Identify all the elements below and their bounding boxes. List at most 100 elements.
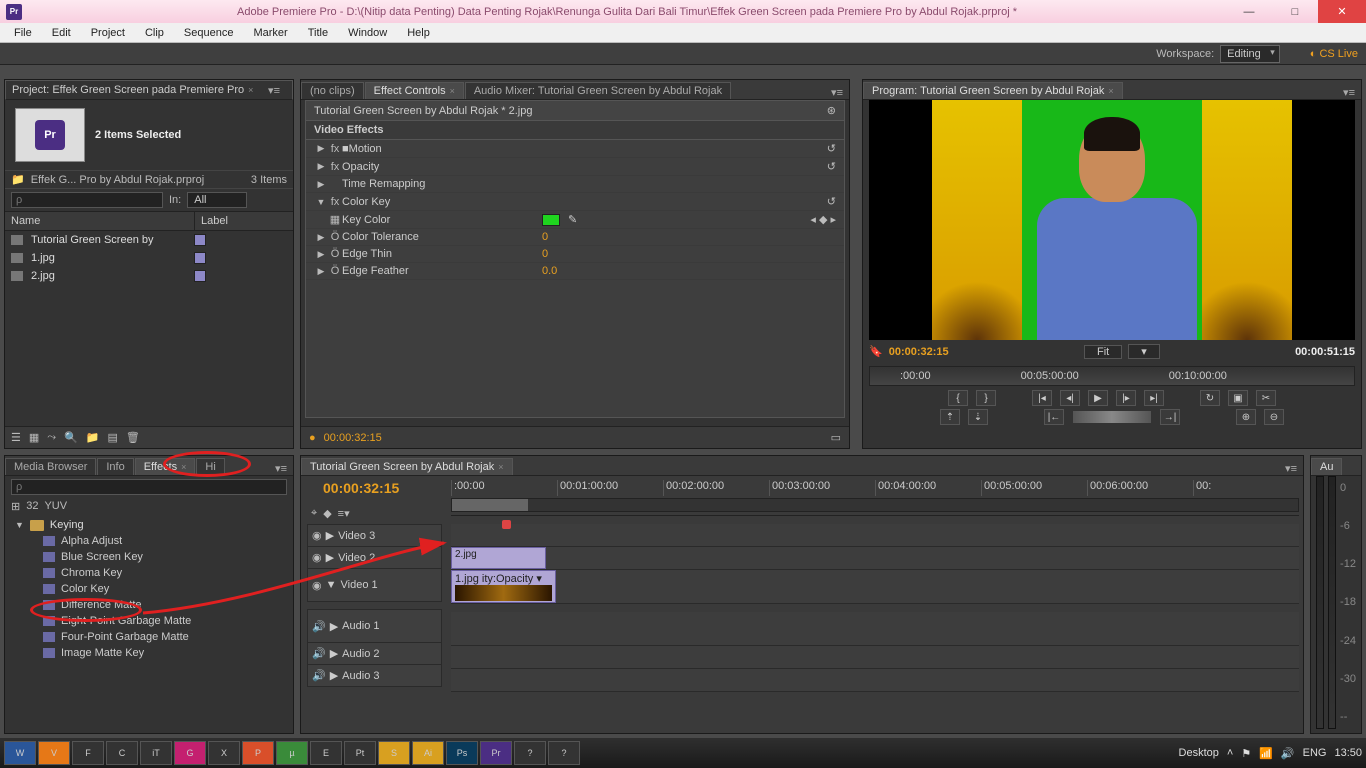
- menu-window[interactable]: Window: [338, 25, 397, 41]
- fx-accel-icon[interactable]: ⊞: [11, 500, 20, 513]
- track-video1[interactable]: ◉▼Video 1: [307, 568, 442, 602]
- panel-menu-icon[interactable]: ▾≡: [1337, 86, 1361, 99]
- out-point-button[interactable]: }: [976, 390, 996, 406]
- tab-history[interactable]: Hi: [196, 458, 224, 475]
- fx-yuv-icon[interactable]: YUV: [44, 500, 67, 513]
- taskbar-utorrent[interactable]: µ: [276, 741, 308, 765]
- effect-image-matte[interactable]: Image Matte Key: [5, 645, 293, 661]
- next-edit-button[interactable]: →|: [1160, 409, 1180, 425]
- track-audio2[interactable]: 🔊▶Audio 2: [307, 642, 442, 665]
- fx-time-remapping[interactable]: ▶Time Remapping: [306, 176, 844, 193]
- project-item-2jpg[interactable]: 2.jpg: [5, 267, 293, 285]
- tab-no-clips[interactable]: (no clips): [301, 82, 364, 99]
- play-button[interactable]: ▶: [1088, 390, 1108, 406]
- zoom-fit[interactable]: Fit: [1084, 345, 1122, 359]
- clip-2jpg[interactable]: 2.jpg: [451, 547, 546, 569]
- tab-audio-mixer[interactable]: Audio Mixer: Tutorial Green Screen by Ab…: [465, 82, 731, 99]
- taskbar-app6[interactable]: ?: [548, 741, 580, 765]
- cslive-button[interactable]: ◐ CS Live: [1310, 48, 1358, 60]
- effect-alpha-adjust[interactable]: Alpha Adjust: [5, 533, 293, 549]
- program-view[interactable]: [869, 100, 1355, 340]
- zoom-dropdown[interactable]: ▾: [1128, 344, 1160, 359]
- project-item-1jpg[interactable]: 1.jpg: [5, 249, 293, 267]
- param-edge-thin[interactable]: ▶ÖEdge Thin0: [306, 246, 844, 263]
- ec-scroll-icon[interactable]: ▭: [831, 431, 841, 444]
- loop-button[interactable]: ↻: [1200, 390, 1220, 406]
- taskbar-word[interactable]: W: [4, 741, 36, 765]
- workspace-selector[interactable]: Editing: [1220, 45, 1280, 63]
- taskbar-app[interactable]: G: [174, 741, 206, 765]
- panel-menu-icon[interactable]: ▾≡: [1279, 462, 1303, 475]
- find-icon[interactable]: 🔍: [64, 431, 78, 444]
- timeline-navigator[interactable]: [451, 498, 1299, 512]
- track-audio3[interactable]: 🔊▶Audio 3: [307, 664, 442, 687]
- tab-info[interactable]: Info: [97, 458, 133, 475]
- taskbar-explorer[interactable]: E: [310, 741, 342, 765]
- taskbar-photoshop[interactable]: Ps: [446, 741, 478, 765]
- eyedropper-icon[interactable]: ✎: [568, 213, 577, 226]
- minimize-button[interactable]: —: [1226, 0, 1272, 23]
- track-video2[interactable]: ◉▶Video 2: [307, 546, 442, 569]
- taskbar-itunes[interactable]: iT: [140, 741, 172, 765]
- tray-lang[interactable]: ENG: [1303, 747, 1327, 759]
- taskbar-paint[interactable]: Pt: [344, 741, 376, 765]
- in-selector[interactable]: All: [187, 192, 247, 208]
- gear-icon[interactable]: ⊛: [827, 104, 836, 117]
- maximize-button[interactable]: □: [1272, 0, 1318, 23]
- extract-button[interactable]: ⇣: [968, 409, 988, 425]
- in-point-button[interactable]: {: [948, 390, 968, 406]
- effects-search[interactable]: [11, 479, 287, 495]
- taskbar-vlc[interactable]: V: [38, 741, 70, 765]
- effect-color-key[interactable]: Color Key: [5, 581, 293, 597]
- step-back-button[interactable]: ◂|: [1060, 390, 1080, 406]
- param-color-tolerance[interactable]: ▶ÖColor Tolerance0: [306, 229, 844, 246]
- icon-view-icon[interactable]: ▦: [29, 431, 39, 444]
- param-key-color[interactable]: ▦Key Color✎◂ ◆ ▸: [306, 211, 844, 229]
- fx-32-icon[interactable]: 32: [26, 500, 38, 513]
- panel-menu-icon[interactable]: ▾≡: [825, 86, 849, 99]
- meters-tab[interactable]: Au: [1311, 458, 1342, 475]
- show-desktop[interactable]: Desktop: [1179, 747, 1219, 759]
- tab-effects[interactable]: Effects×: [135, 458, 196, 475]
- go-out-button[interactable]: ▸|: [1144, 390, 1164, 406]
- taskbar-firefox[interactable]: F: [72, 741, 104, 765]
- track-opts-icon[interactable]: ≡▾: [338, 507, 350, 520]
- ec-timecode[interactable]: 00:00:32:15: [324, 432, 382, 444]
- go-in-button[interactable]: |◂: [1032, 390, 1052, 406]
- menu-sequence[interactable]: Sequence: [174, 25, 244, 41]
- tab-media-browser[interactable]: Media Browser: [5, 458, 96, 475]
- prev-edit-button[interactable]: |←: [1044, 409, 1064, 425]
- fx-opacity[interactable]: ▶fxOpacity↺: [306, 158, 844, 176]
- timeline-ruler[interactable]: :00:00 00:01:00:00 00:02:00:00 00:03:00:…: [451, 480, 1299, 516]
- effect-blue-screen-key[interactable]: Blue Screen Key: [5, 549, 293, 565]
- project-list-header[interactable]: NameLabel: [5, 211, 293, 231]
- marker-icon[interactable]: 🔖: [869, 345, 883, 358]
- taskbar-chrome[interactable]: C: [106, 741, 138, 765]
- insert-button[interactable]: ⊕: [1236, 409, 1256, 425]
- tray-volume-icon[interactable]: 🔊: [1281, 747, 1295, 760]
- close-button[interactable]: ✕: [1318, 0, 1366, 23]
- menu-project[interactable]: Project: [81, 25, 135, 41]
- taskbar-app4[interactable]: S: [378, 741, 410, 765]
- fx-motion[interactable]: ▶fx■Motion↺: [306, 140, 844, 158]
- tray-up-icon[interactable]: ˄: [1227, 747, 1233, 759]
- tray-network-icon[interactable]: 📶: [1259, 747, 1273, 760]
- marker-icon[interactable]: ◆: [323, 507, 331, 520]
- overwrite-button[interactable]: ⊖: [1264, 409, 1284, 425]
- program-timecode[interactable]: 00:00:32:15: [889, 346, 949, 358]
- export-frame-button[interactable]: ✂: [1256, 390, 1276, 406]
- track-audio1[interactable]: 🔊▶Audio 1: [307, 609, 442, 643]
- program-tab[interactable]: Program: Tutorial Green Screen by Abdul …: [863, 82, 1123, 99]
- param-edge-feather[interactable]: ▶ÖEdge Feather0.0: [306, 263, 844, 280]
- tab-effect-controls[interactable]: Effect Controls×: [365, 82, 464, 99]
- effect-four-point[interactable]: Four-Point Garbage Matte: [5, 629, 293, 645]
- clip-1jpg[interactable]: 1.jpg ity:Opacity ▾: [451, 570, 556, 603]
- menu-help[interactable]: Help: [397, 25, 440, 41]
- timeline-tab[interactable]: Tutorial Green Screen by Abdul Rojak×: [301, 458, 513, 475]
- key-color-swatch[interactable]: [542, 214, 560, 226]
- menu-file[interactable]: File: [4, 25, 42, 41]
- menu-edit[interactable]: Edit: [42, 25, 81, 41]
- automate-icon[interactable]: ⤳: [47, 431, 56, 444]
- taskbar-app2[interactable]: X: [208, 741, 240, 765]
- taskbar-app5[interactable]: ?: [514, 741, 546, 765]
